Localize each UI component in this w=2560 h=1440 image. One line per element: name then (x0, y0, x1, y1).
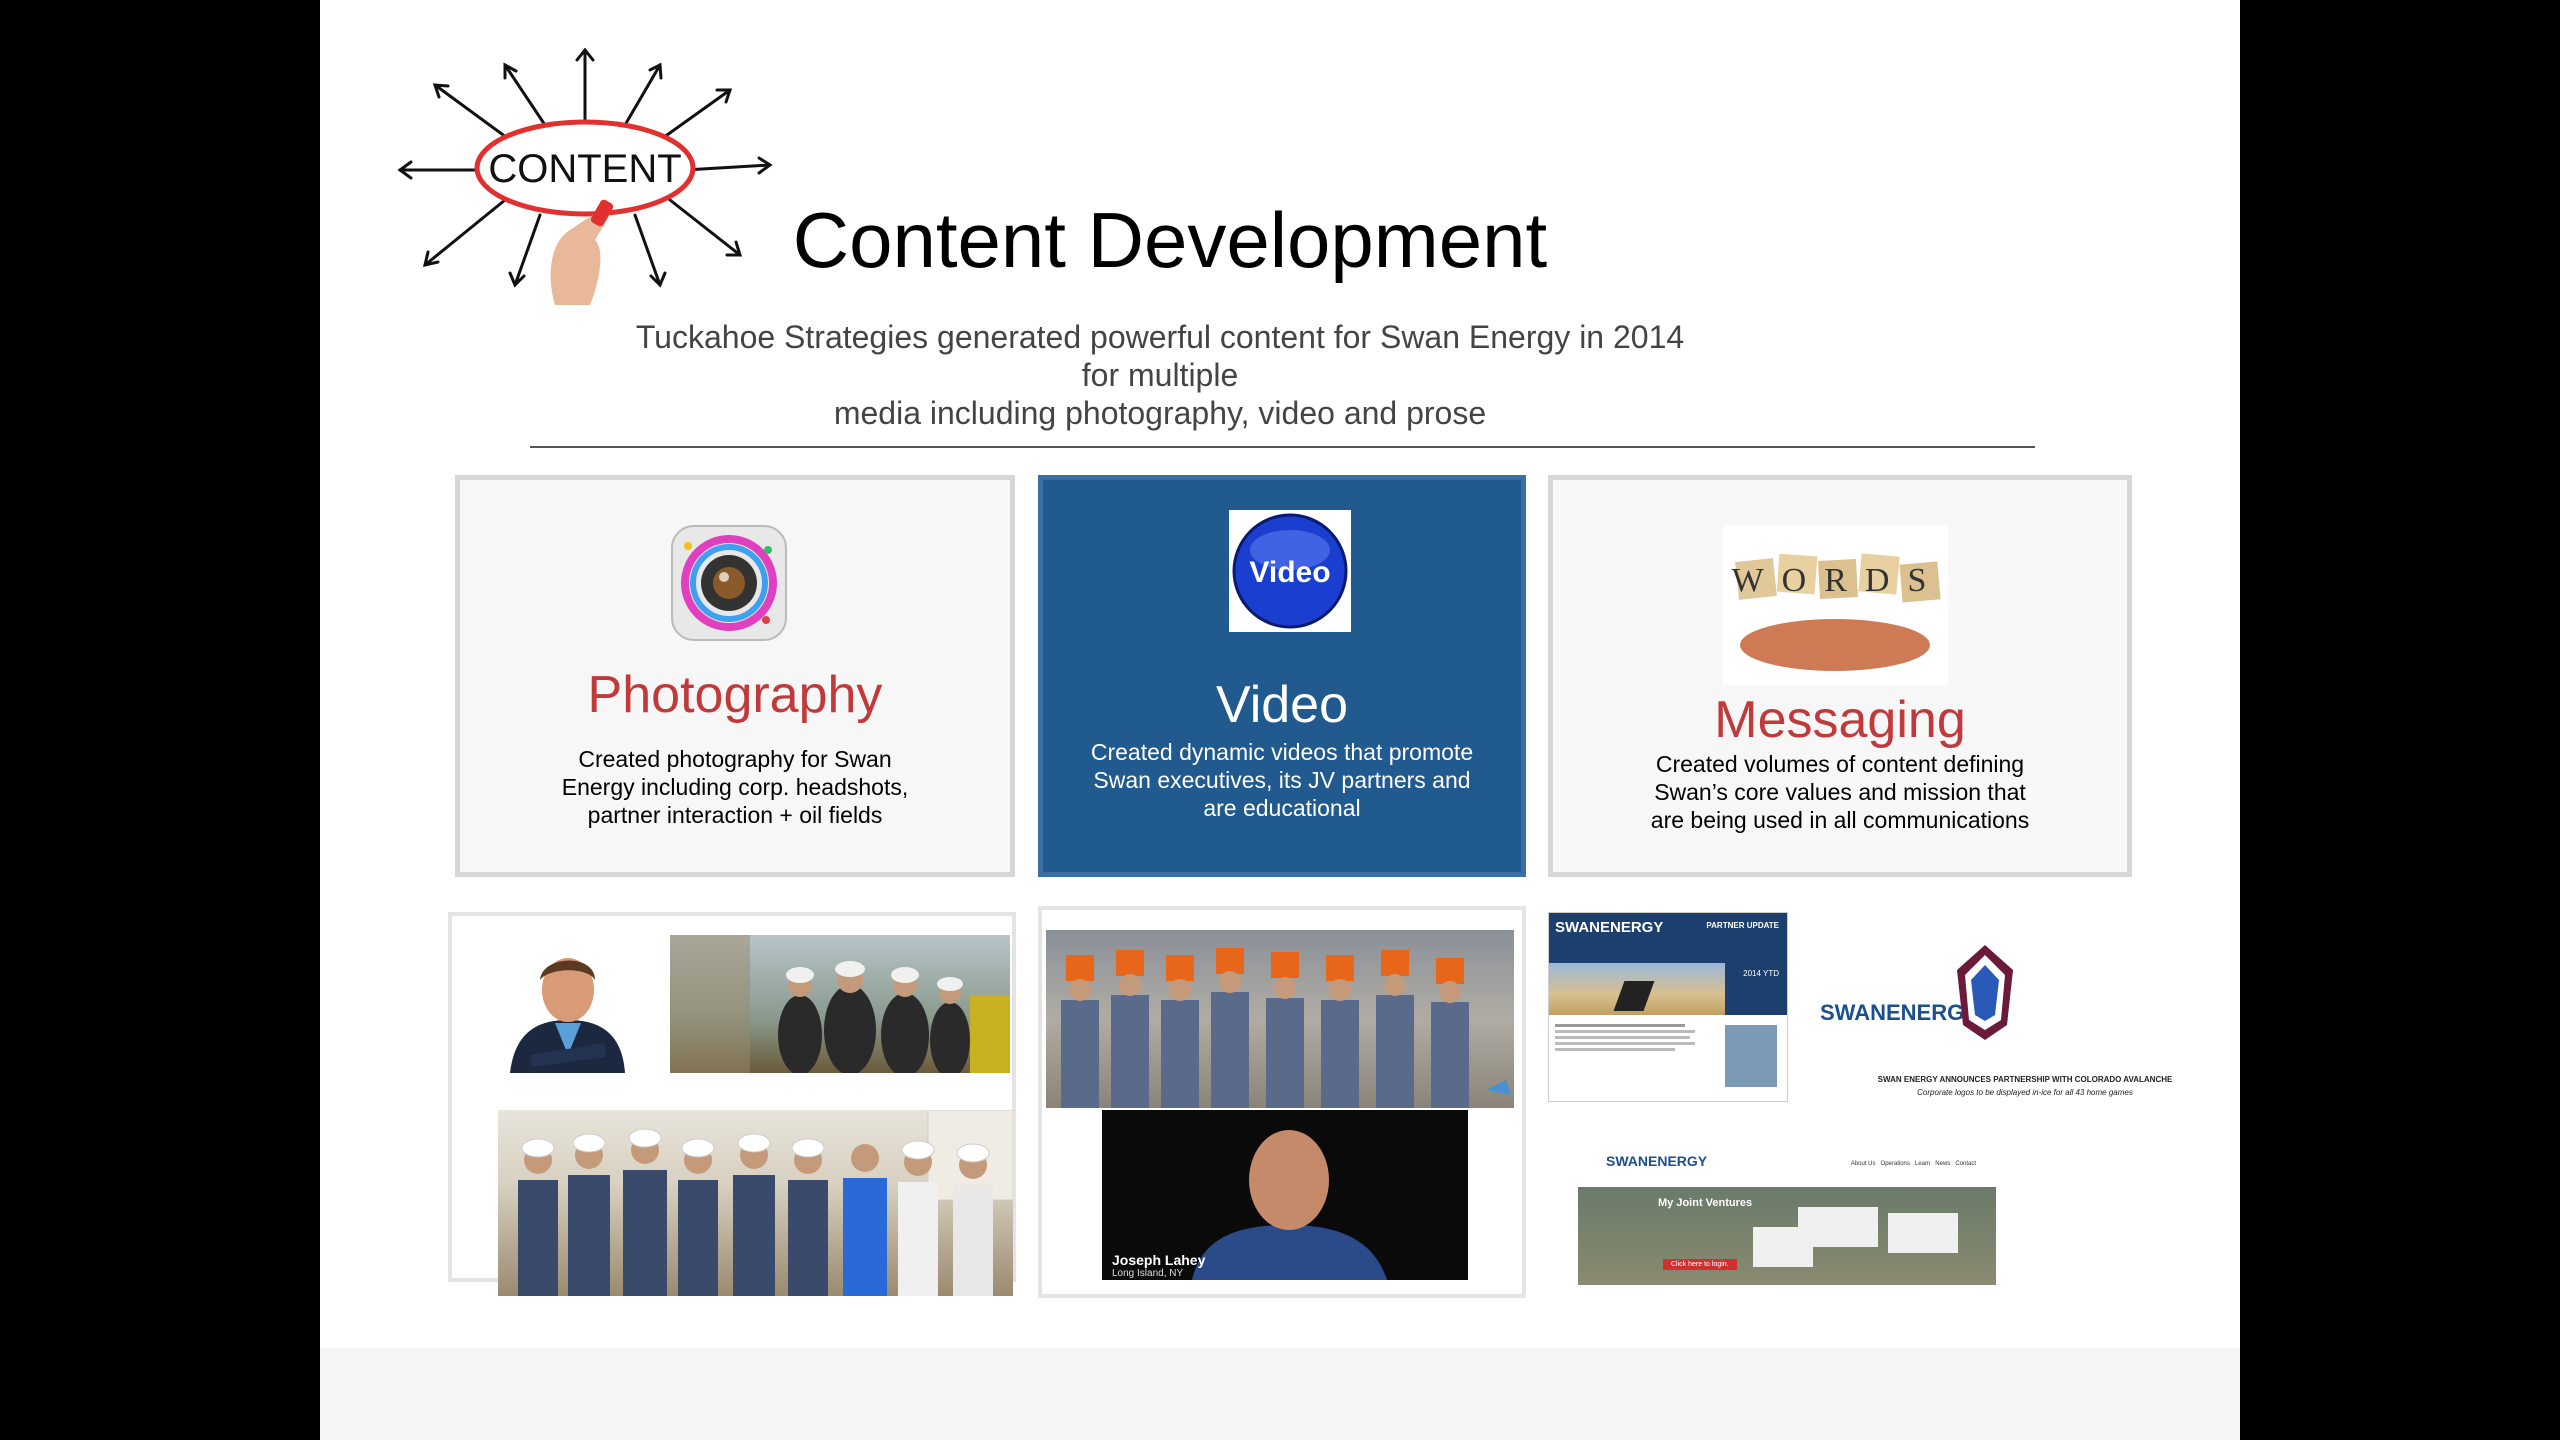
newsletter-brand: SWANENERGY (1555, 919, 1664, 936)
card-video: Video Video Created dynamic videos that … (1038, 475, 1526, 877)
oil-field-workers-photo (670, 935, 1010, 1073)
camera-lens-icon (671, 525, 787, 641)
website-nav: About Us Operations Learn News Contact (1850, 1161, 1976, 1167)
site-visit-group-photo (498, 1110, 1013, 1296)
card-heading: Video (1215, 676, 1349, 734)
content-logo: CONTENT (397, 47, 773, 305)
page-subtitle: Tuckahoe Strategies generated powerful c… (635, 319, 1685, 431)
person-name-caption: Joseph Lahey (1112, 1252, 1206, 1268)
card-description: Created dynamic videos that promote Swan… (1090, 739, 1474, 821)
page-title: Content Development (792, 196, 1548, 284)
slide: CONTENT Content Development Tuckahoe Str… (320, 0, 2240, 1348)
website-thumbnail: SWANENERGY About Us Operations Learn New… (1578, 1145, 1996, 1285)
person-location-caption: Long Island, NY (1112, 1268, 1184, 1279)
svg-text:Video: Video (1249, 556, 1330, 589)
newsletter-thumbnail: SWANENERGY PARTNER UPDATE 2014 YTD (1548, 912, 1788, 1102)
card-messaging: WORDS Messaging Created volumes of conte… (1548, 475, 2132, 877)
website-brand: SWANENERGY (1606, 1153, 1708, 1169)
card-description: Created photography for Swan Energy incl… (561, 746, 909, 828)
avalanche-logo (1957, 945, 2013, 1040)
partnership-announcement: SWAN ENERGY ANNOUNCES PARTNERSHIP WITH C… (1877, 1075, 2173, 1097)
divider (530, 446, 2035, 448)
card-description: Created volumes of content defining Swan… (1650, 751, 2030, 833)
video-globe-icon: Video (1229, 510, 1351, 632)
word-blocks-icon: WORDS (1723, 525, 1948, 685)
card-heading: Photography (587, 666, 883, 724)
card-heading: Messaging (1714, 691, 1966, 749)
interview-video-still: Joseph Lahey Long Island, NY (1102, 1110, 1468, 1280)
headshot-photo (500, 935, 635, 1073)
ice-bucket-challenge-photo (1046, 930, 1514, 1108)
content-logo-word: CONTENT (488, 147, 681, 191)
website-login-button[interactable]: Click here to login. (1663, 1259, 1737, 1270)
card-photography: Photography Created photography for Swan… (455, 475, 1015, 877)
newsletter-tag: PARTNER UPDATE (1706, 921, 1779, 930)
newsletter-stat: 2014 YTD (1743, 969, 1779, 978)
slide-footer-area (320, 1348, 2240, 1440)
svg-text:WORDS: WORDS (1732, 562, 1945, 599)
website-heading: My Joint Ventures (1658, 1197, 1753, 1209)
